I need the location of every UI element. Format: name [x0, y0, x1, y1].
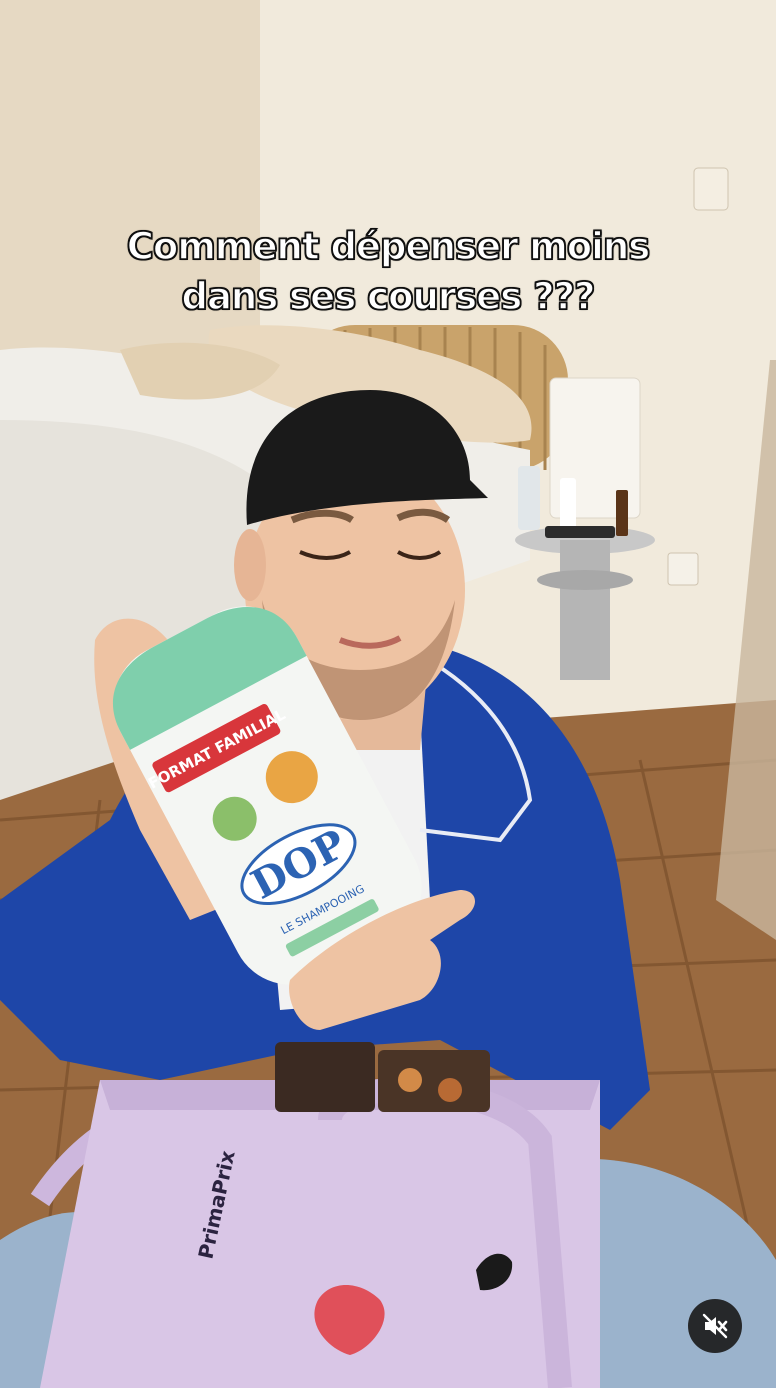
- video-frame[interactable]: FORMAT FAMILIAL DOP LE SHAMPOOING PrimaP…: [0, 0, 776, 1388]
- video-caption: Comment dépenser moins dans ses courses …: [40, 222, 736, 322]
- caption-line-1: Comment dépenser moins: [126, 224, 651, 269]
- video-scene: FORMAT FAMILIAL DOP LE SHAMPOOING PrimaP…: [0, 0, 776, 1388]
- mute-button[interactable]: [688, 1299, 742, 1353]
- caption-line-2: dans ses courses ???: [181, 274, 597, 319]
- speaker-muted-icon: [702, 1313, 728, 1339]
